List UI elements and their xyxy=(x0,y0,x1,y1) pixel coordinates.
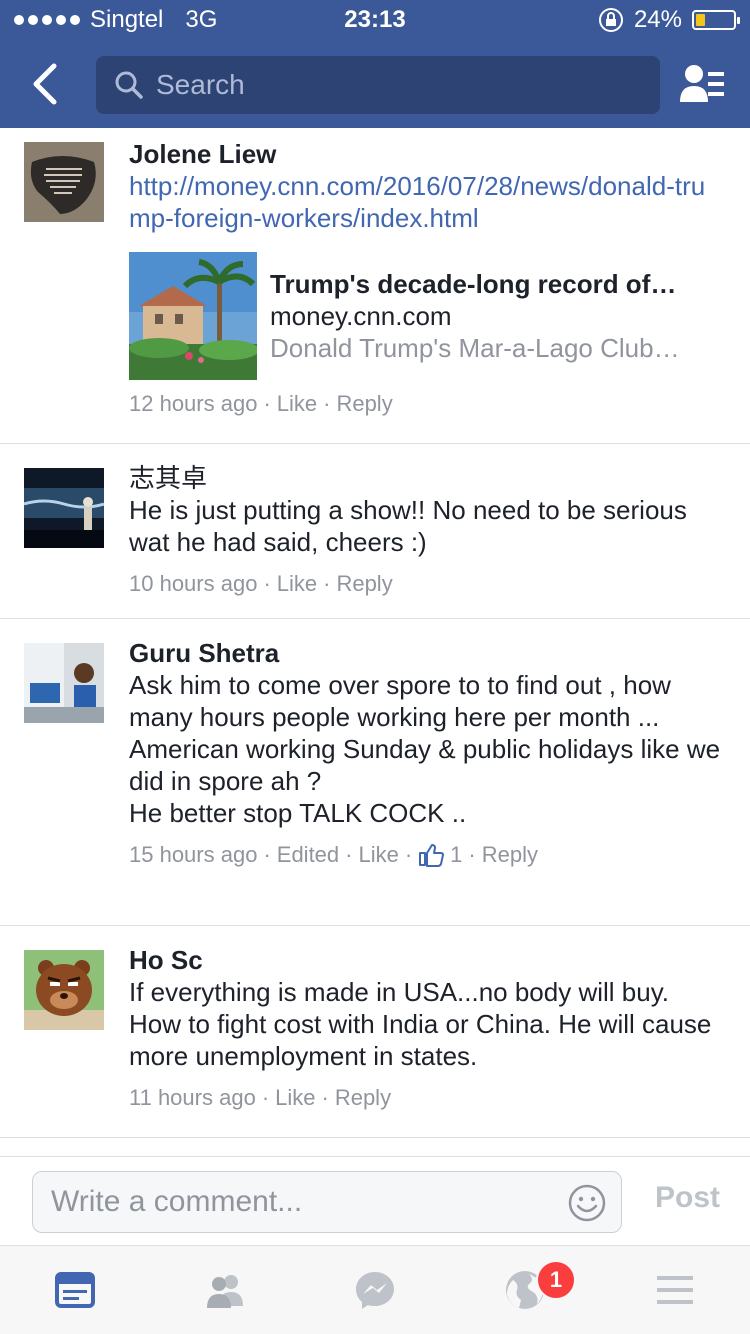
tab-more[interactable] xyxy=(600,1246,750,1334)
avatar[interactable] xyxy=(24,468,104,548)
comment-meta: 10 hours ago · Like · Reply xyxy=(129,570,393,598)
commenter-name[interactable]: Jolene Liew xyxy=(129,138,724,170)
link-preview-domain: money.cnn.com xyxy=(270,301,452,331)
comment-input[interactable] xyxy=(49,1184,553,1220)
comment-meta: 11 hours ago · Like · Reply xyxy=(129,1084,392,1112)
comment-composer: Post xyxy=(0,1156,750,1246)
reply-button[interactable]: Reply xyxy=(335,1084,391,1112)
comment-time[interactable]: 10 hours ago xyxy=(129,570,257,598)
like-button[interactable]: Like xyxy=(277,390,317,418)
search-icon xyxy=(115,71,143,99)
comment-meta: 15 hours ago · Edited · Like · 1 · Reply xyxy=(129,841,538,869)
thumbs-up-icon xyxy=(419,844,445,867)
avatar[interactable] xyxy=(24,950,104,1030)
reply-button[interactable]: Reply xyxy=(336,570,392,598)
avatar[interactable] xyxy=(24,643,104,723)
friends-icon xyxy=(207,1275,243,1308)
tab-news-feed[interactable] xyxy=(0,1246,150,1334)
reply-button[interactable]: Reply xyxy=(482,841,538,869)
rotation-lock-icon xyxy=(598,8,623,32)
status-bar: Singtel 3G 23:13 24% xyxy=(0,0,750,40)
top-nav-bar xyxy=(0,40,750,128)
comment-field[interactable] xyxy=(32,1171,622,1233)
comment-item: Jolene Liew http://money.cnn.com/2016/07… xyxy=(0,128,750,444)
tab-messenger[interactable] xyxy=(300,1246,450,1334)
like-button[interactable]: Like xyxy=(275,1084,315,1112)
comment-text: He is just putting a show!! No need to b… xyxy=(129,495,687,557)
edited-label[interactable]: Edited xyxy=(277,841,339,869)
notification-badge: 1 xyxy=(536,1260,576,1300)
reply-button[interactable]: Reply xyxy=(336,390,392,418)
like-button[interactable]: Like xyxy=(277,570,317,598)
comment-time[interactable]: 12 hours ago xyxy=(129,390,257,418)
link-preview-card[interactable]: Trump's decade-long record of… money.cnn… xyxy=(129,252,724,380)
comment-text: If everything is made in USA...no body w… xyxy=(129,977,712,1071)
avatar[interactable] xyxy=(24,142,104,222)
link-preview-description: Donald Trump's Mar-a-Lago Club… xyxy=(270,333,680,363)
like-count[interactable]: 1 xyxy=(450,841,462,869)
messenger-icon xyxy=(356,1272,394,1309)
link-preview-image xyxy=(129,252,259,380)
comment-item: Ho Sc If everything is made in USA...no … xyxy=(0,926,750,1138)
search-bar[interactable] xyxy=(96,56,660,114)
search-input[interactable] xyxy=(154,68,628,102)
commenter-name[interactable]: 志其卓 xyxy=(129,462,724,494)
comment-time[interactable]: 11 hours ago xyxy=(129,1084,256,1112)
comment-meta: 12 hours ago · Like · Reply xyxy=(129,390,393,418)
emoji-icon[interactable] xyxy=(567,1183,607,1223)
comment-time[interactable]: 15 hours ago xyxy=(129,841,257,869)
battery-icon xyxy=(692,10,740,30)
link-preview-title: Trump's decade-long record of… xyxy=(270,269,677,299)
battery-percent: 24% xyxy=(633,6,682,33)
back-arrow-icon[interactable] xyxy=(26,60,66,108)
post-button[interactable]: Post xyxy=(655,1181,720,1215)
comment-text: Ask him to come over spore to to find ou… xyxy=(129,670,721,828)
tab-notifications[interactable]: 1 xyxy=(450,1246,600,1334)
comment-item: Guru Shetra Ask him to come over spore t… xyxy=(0,619,750,926)
like-button[interactable]: Like xyxy=(358,841,398,869)
commenter-name[interactable]: Guru Shetra xyxy=(129,637,724,669)
commenter-name[interactable]: Ho Sc xyxy=(129,944,724,976)
menu-icon xyxy=(657,1276,693,1304)
comment-list: Jolene Liew http://money.cnn.com/2016/07… xyxy=(0,128,750,1156)
comment-link[interactable]: http://money.cnn.com/2016/07/28/news/don… xyxy=(129,170,724,234)
tab-friends[interactable] xyxy=(150,1246,300,1334)
comment-item: 志其卓 He is just putting a show!! No need … xyxy=(0,444,750,619)
friend-requests-icon[interactable] xyxy=(678,62,726,106)
bottom-tab-bar: 1 xyxy=(0,1246,750,1334)
news-feed-icon xyxy=(55,1272,95,1308)
